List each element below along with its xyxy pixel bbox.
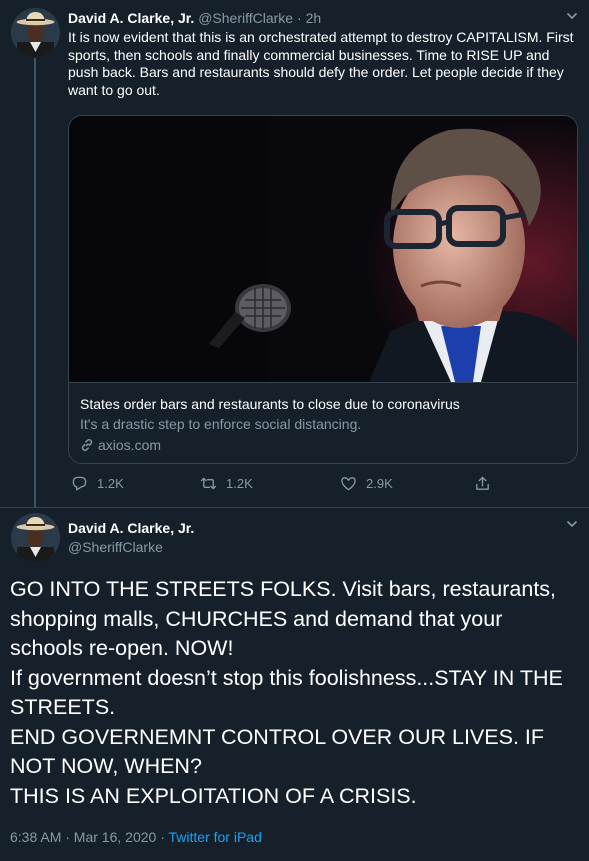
tweet-text: GO INTO THE STREETS FOLKS. Visit bars, r…	[10, 575, 580, 811]
reply-count: 1.2K	[97, 476, 124, 491]
chevron-down-icon[interactable]	[565, 517, 579, 531]
tweet-text: It is now evident that this is an orches…	[68, 29, 574, 98]
retweet-button[interactable]: 1.2K	[200, 475, 253, 492]
retweet-icon	[200, 477, 217, 490]
card-domain: axios.com	[80, 436, 161, 454]
card-title[interactable]: States order bars and restaurants to clo…	[80, 395, 460, 413]
retweet-count: 1.2K	[226, 476, 253, 491]
tweet-meta: 6:38 AM · Mar 16, 2020 · Twitter for iPa…	[10, 828, 262, 846]
tweet-source[interactable]: Twitter for iPad	[169, 829, 262, 845]
avatar-image	[11, 513, 60, 562]
like-button[interactable]: 2.9K	[340, 475, 393, 492]
tweet-text-line: If government doesn’t stop this foolishn…	[10, 665, 563, 720]
share-icon	[476, 476, 489, 490]
card-domain-text: axios.com	[98, 437, 162, 453]
tweet-actions: 1.2K 1.2K 2.9K	[0, 475, 589, 495]
thread-connector-line	[34, 58, 36, 508]
card-description: It's a drastic step to enforce social di…	[80, 416, 362, 432]
author-name[interactable]: David A. Clarke, Jr.	[68, 10, 194, 26]
share-button[interactable]	[474, 475, 491, 492]
reply-icon	[72, 476, 87, 491]
tweet-parent[interactable]: David A. Clarke, Jr. @SheriffClarke · 2h…	[0, 0, 589, 508]
like-count: 2.9K	[366, 476, 393, 491]
tweet-text-line: END GOVERNEMNT CONTROL OVER OUR LIVES. I…	[10, 724, 544, 779]
avatar[interactable]	[11, 8, 60, 57]
tweet-header: David A. Clarke, Jr. @SheriffClarke	[68, 519, 194, 557]
author-handle[interactable]: @SheriffClarke	[198, 10, 293, 26]
tweet-time[interactable]: 2h	[306, 10, 322, 26]
tweet-text-line: GO INTO THE STREETS FOLKS. Visit bars, r…	[10, 577, 557, 660]
tweet-header: David A. Clarke, Jr. @SheriffClarke · 2h	[68, 9, 321, 27]
meta-separator: ·	[156, 829, 169, 845]
header-separator: ·	[297, 10, 302, 26]
tweet-text-line: THIS IS AN EXPLOITATION OF A CRISIS.	[10, 783, 417, 808]
author-handle[interactable]: @SheriffClarke	[68, 538, 194, 557]
chevron-down-icon[interactable]	[565, 9, 579, 23]
heart-icon	[341, 477, 356, 491]
card-body[interactable]: States order bars and restaurants to clo…	[69, 382, 577, 463]
link-preview-card[interactable]: States order bars and restaurants to clo…	[68, 115, 578, 464]
avatar-image	[11, 8, 60, 57]
author-name[interactable]: David A. Clarke, Jr.	[68, 520, 194, 536]
link-icon	[81, 438, 93, 452]
reply-button[interactable]: 1.2K	[71, 475, 124, 492]
avatar[interactable]	[11, 513, 60, 562]
tweet-timestamp[interactable]: 6:38 AM · Mar 16, 2020	[10, 829, 156, 845]
card-image	[69, 116, 577, 382]
